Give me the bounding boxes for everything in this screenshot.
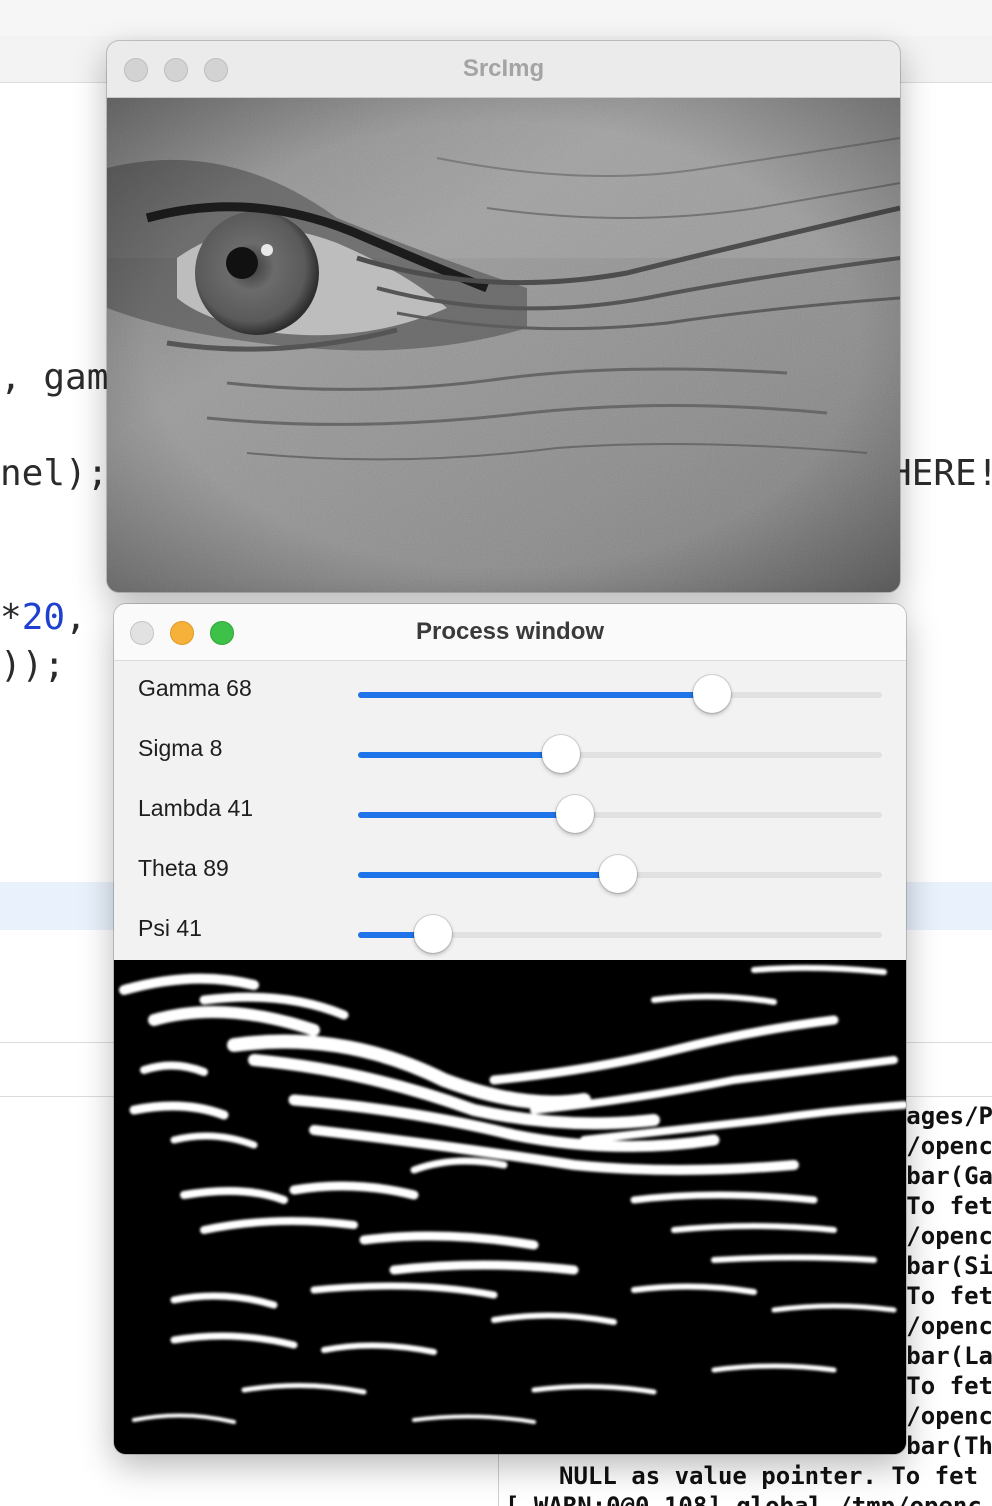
- trackbar-gamma-knob[interactable]: [692, 675, 731, 713]
- trackbar-lambda-label: Lambda 41: [138, 795, 254, 821]
- console-line: [ WARN:0@0.108] global /tmp/openc: [505, 1492, 982, 1506]
- trackbar-lambda-knob[interactable]: [556, 795, 595, 833]
- trackbar-psi: Psi 41: [114, 906, 906, 966]
- code-comment-here: HERE!: [890, 453, 992, 494]
- code-number: 20: [21, 597, 66, 638]
- trackbar-theta-label: Theta 89: [138, 855, 229, 881]
- trackbar-psi-label: Psi 41: [138, 915, 202, 941]
- trackbar-theta: Theta 89: [114, 846, 906, 906]
- trackbar-gamma-fill: [358, 692, 712, 698]
- console-line: NULL as value pointer. To fet: [559, 1462, 979, 1490]
- editor-toolbar: [0, 0, 992, 37]
- trackbar-gamma: Gamma 68: [114, 666, 906, 726]
- code-comma: ,: [65, 597, 87, 638]
- trackbar-sigma: Sigma 8: [114, 726, 906, 786]
- trackbar-psi-knob[interactable]: [413, 915, 452, 953]
- trackbar-theta-knob[interactable]: [599, 855, 638, 893]
- trackbar-lambda-track[interactable]: [358, 795, 882, 833]
- trackbar-gamma-label: Gamma 68: [138, 675, 252, 701]
- trackbar-gamma-track[interactable]: [358, 675, 882, 713]
- srcimg-window-title: SrcImg: [462, 55, 545, 82]
- trackbar-sigma-track[interactable]: [358, 735, 882, 773]
- trackbar-theta-track[interactable]: [358, 855, 882, 893]
- process-window-title: Process window: [415, 618, 605, 645]
- srcimg-titlebar[interactable]: SrcImg: [107, 41, 900, 98]
- code-line-close-parens: ));: [0, 645, 66, 686]
- trackbar-sigma-label: Sigma 8: [138, 735, 223, 761]
- trackbar-lambda: Lambda 41: [114, 786, 906, 846]
- source-eye-image: [107, 98, 900, 592]
- trackbar-sigma-fill: [358, 752, 561, 758]
- process-titlebar[interactable]: Process window: [114, 604, 906, 661]
- gabor-filtered-image: [114, 960, 906, 1454]
- code-line-gamma: , gam: [0, 357, 109, 398]
- code-line-multiply: *20,: [0, 598, 87, 638]
- code-line-kernel: nel);: [0, 453, 109, 494]
- trackbar-lambda-fill: [358, 812, 576, 818]
- trackbar-theta-fill: [358, 872, 619, 878]
- srcimg-window[interactable]: SrcImg: [107, 41, 900, 592]
- trackbar-psi-track[interactable]: [358, 915, 882, 953]
- code-star: *: [0, 597, 22, 638]
- process-window[interactable]: Process window Gamma 68 Sigma 8 Lambda 4…: [114, 604, 906, 1454]
- trackbar-sigma-knob[interactable]: [541, 735, 580, 773]
